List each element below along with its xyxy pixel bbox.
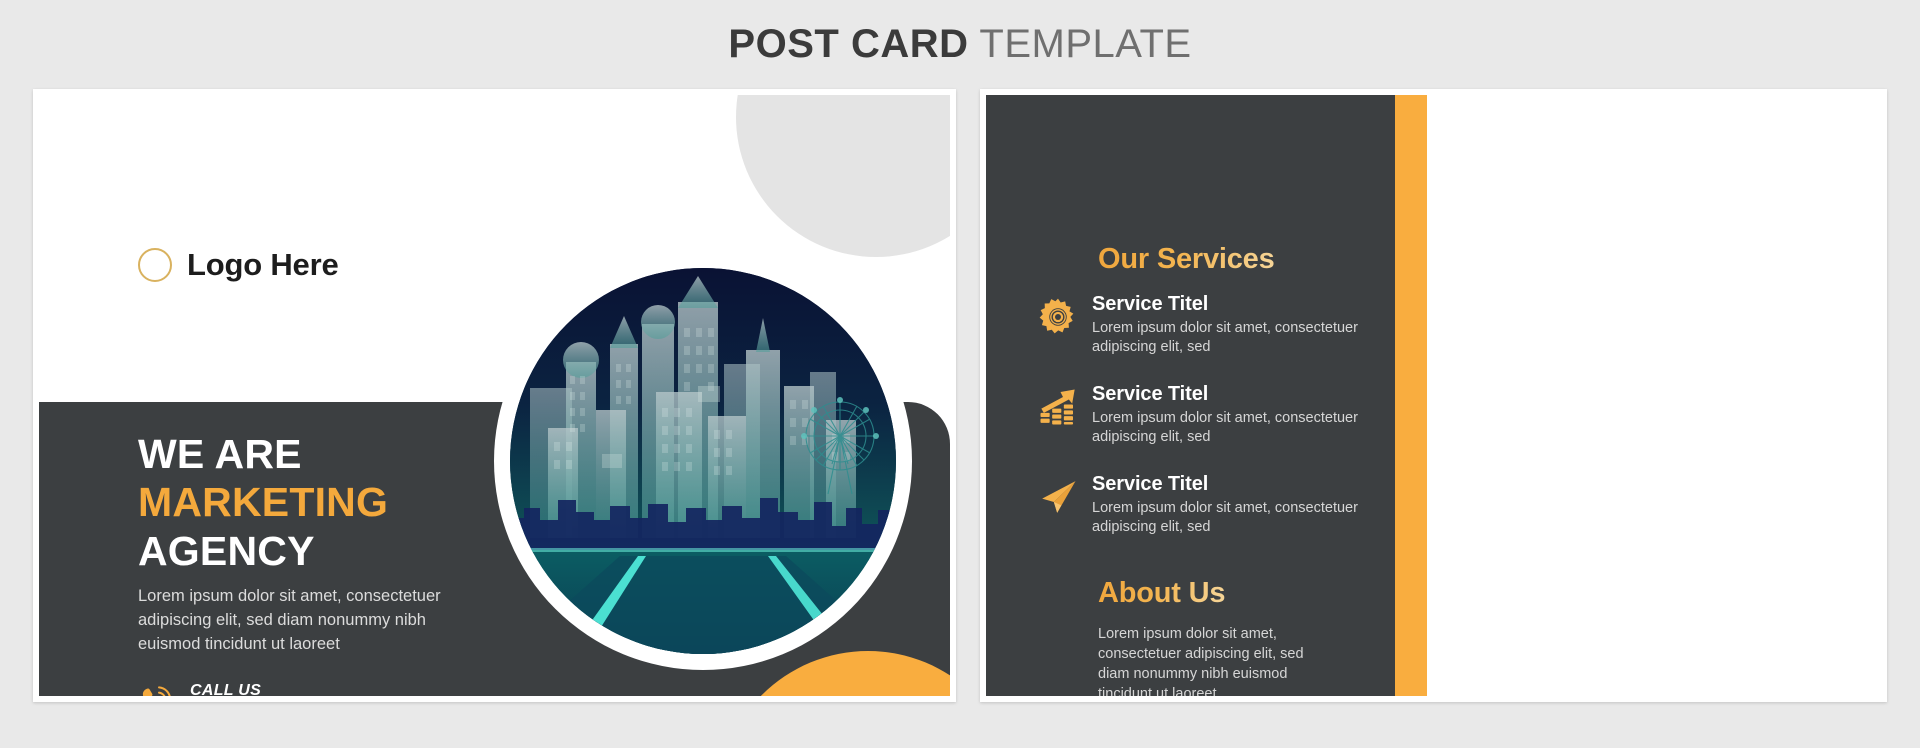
city-skyline-frame bbox=[494, 252, 912, 670]
gear-icon bbox=[1039, 298, 1074, 334]
service-title: Service Titel bbox=[1092, 382, 1209, 405]
circle-outline-icon bbox=[138, 248, 172, 282]
service-text: Service Titel Lorem ipsum dolor sit amet… bbox=[1092, 293, 1378, 358]
front-logo[interactable]: Logo Here bbox=[138, 247, 339, 283]
service-item[interactable]: Service Titel Lorem ipsum dolor sit amet… bbox=[1038, 473, 1378, 538]
about-us-text: Lorem ipsum dolor sit amet, consectetuer… bbox=[1098, 626, 1304, 696]
service-description: Lorem ipsum dolor sit amet, consectetuer… bbox=[1092, 499, 1358, 536]
headline-line-3: AGENCY bbox=[138, 527, 315, 574]
page-title: POST CARD TEMPLATE bbox=[728, 22, 1191, 67]
headline-line-2: MARKETING bbox=[138, 479, 389, 526]
front-headline: WE ARE MARKETING AGENCY bbox=[138, 430, 388, 575]
headline-line-1: WE ARE bbox=[138, 431, 302, 477]
city-skyline-svg bbox=[510, 268, 896, 654]
service-item[interactable]: Service Titel Lorem ipsum dolor sit amet… bbox=[1038, 383, 1378, 448]
service-title: Service Titel bbox=[1092, 293, 1209, 315]
postcard-template-page: POST CARD TEMPLATE Logo Here WE ARE MARK… bbox=[0, 0, 1920, 748]
page-header: POST CARD TEMPLATE bbox=[0, 0, 1920, 88]
call-us-block[interactable]: CALL US 00 1234 567 8910 bbox=[138, 680, 327, 696]
paper-plane-icon bbox=[1042, 480, 1076, 513]
orange-divider-stripe bbox=[1395, 95, 1427, 696]
call-us-label: CALL US bbox=[190, 682, 262, 696]
call-us-text: CALL US 00 1234 567 8910 bbox=[190, 680, 327, 696]
service-text: Service Titel Lorem ipsum dolor sit amet… bbox=[1092, 383, 1378, 448]
front-card-inner: Logo Here WE ARE MARKETING AGENCY Lorem … bbox=[39, 95, 950, 696]
our-services-heading: Our Services bbox=[1098, 243, 1275, 275]
service-item[interactable]: Service Titel Lorem ipsum dolor sit amet… bbox=[1038, 293, 1378, 358]
bar-chart-growth-icon bbox=[1040, 389, 1075, 425]
page-title-bold: POST CARD bbox=[728, 21, 969, 66]
front-body-text: Lorem ipsum dolor sit amet, consectetuer… bbox=[138, 587, 441, 653]
front-card[interactable]: Logo Here WE ARE MARKETING AGENCY Lorem … bbox=[33, 89, 956, 702]
service-description: Lorem ipsum dolor sit amet, consectetuer… bbox=[1092, 320, 1358, 356]
front-logo-label: Logo Here bbox=[187, 247, 339, 282]
back-card-inner: Our Services Service Titel Lorem ipsum d… bbox=[986, 95, 1881, 696]
service-text: Service Titel Lorem ipsum dolor sit amet… bbox=[1092, 473, 1378, 538]
services-list: Service Titel Lorem ipsum dolor sit amet… bbox=[1038, 293, 1378, 563]
phone-icon bbox=[142, 686, 171, 696]
back-card[interactable]: Our Services Service Titel Lorem ipsum d… bbox=[980, 89, 1887, 702]
page-title-light: TEMPLATE bbox=[968, 21, 1192, 66]
back-card-white-panel bbox=[1427, 95, 1881, 696]
about-us-heading: About Us bbox=[1098, 577, 1226, 609]
city-skyline-illustration bbox=[510, 268, 896, 654]
decorative-grey-circle bbox=[736, 95, 950, 257]
service-title: Service Titel bbox=[1092, 472, 1209, 495]
service-description: Lorem ipsum dolor sit amet, consectetuer… bbox=[1092, 409, 1358, 446]
